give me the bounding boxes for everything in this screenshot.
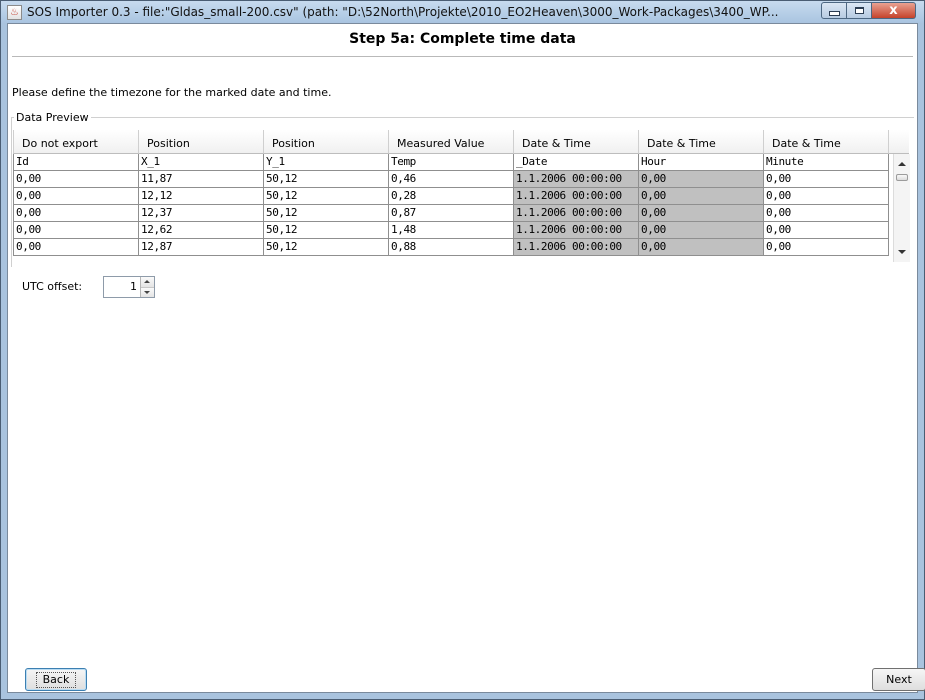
- table-cell[interactable]: Id: [13, 154, 139, 171]
- table-cell[interactable]: 50,12: [264, 188, 389, 205]
- table-body: Id X_1 Y_1 Temp _Date Hour Minute 0,00 11,87 50,1…: [13, 154, 893, 262]
- spinner-down-button[interactable]: [141, 286, 154, 297]
- instruction-text: Please define the timezone for the marke…: [12, 86, 332, 99]
- table-cell[interactable]: 0,00: [13, 239, 139, 256]
- utc-offset-value[interactable]: 1: [104, 277, 140, 297]
- table-cell[interactable]: 0,00: [764, 205, 889, 222]
- table-cell[interactable]: 0,00: [639, 222, 764, 239]
- table-cell[interactable]: 1.1.2006 00:00:00: [514, 205, 639, 222]
- table-cell[interactable]: 0,88: [389, 239, 514, 256]
- scroll-down-icon[interactable]: [898, 250, 906, 254]
- data-preview-table: Do not export Position Position Measured…: [13, 130, 910, 262]
- maximize-icon: [854, 7, 864, 14]
- table-row[interactable]: Id X_1 Y_1 Temp _Date Hour Minute: [13, 154, 893, 171]
- java-app-icon[interactable]: ♨: [7, 5, 22, 20]
- table-cell[interactable]: 1.1.2006 00:00:00: [514, 239, 639, 256]
- arrow-up-icon: [144, 280, 150, 283]
- spinner-up-button[interactable]: [141, 277, 154, 287]
- table-cell[interactable]: 0,00: [13, 188, 139, 205]
- table-cell[interactable]: X_1: [139, 154, 264, 171]
- column-header[interactable]: Measured Value: [389, 130, 514, 154]
- utc-offset-label: UTC offset:: [22, 280, 83, 293]
- table-cell[interactable]: 11,87: [139, 171, 264, 188]
- maximize-button[interactable]: [847, 2, 872, 19]
- table-cell[interactable]: Y_1: [264, 154, 389, 171]
- table-scrollbar[interactable]: [893, 154, 910, 262]
- table-cell[interactable]: 1,48: [389, 222, 514, 239]
- utc-offset-spinner[interactable]: 1: [103, 276, 155, 298]
- table-header: Do not export Position Position Measured…: [13, 130, 909, 154]
- column-header[interactable]: Date & Time: [639, 130, 764, 154]
- table-cell[interactable]: 0,00: [764, 239, 889, 256]
- table-cell[interactable]: 0,00: [13, 222, 139, 239]
- table-row[interactable]: 0,00 11,87 50,12 0,46 1.1.2006 00:00:00 0,00 0…: [13, 171, 893, 188]
- back-button-label: Back: [35, 672, 77, 688]
- spinner-buttons: [140, 277, 154, 297]
- window-title: SOS Importer 0.3 - file:"Gldas_small-200…: [27, 5, 779, 19]
- table-row[interactable]: 0,00 12,37 50,12 0,87 1.1.2006 00:00:00 0,00 0…: [13, 205, 893, 222]
- table-cell[interactable]: 50,12: [264, 171, 389, 188]
- step-title: Step 5a: Complete time data: [349, 31, 576, 47]
- data-preview-label: Data Preview: [14, 111, 91, 124]
- table-cell[interactable]: 0,00: [639, 171, 764, 188]
- table-cell[interactable]: 1.1.2006 00:00:00: [514, 222, 639, 239]
- table-cell[interactable]: 50,12: [264, 205, 389, 222]
- table-cell[interactable]: 12,12: [139, 188, 264, 205]
- table-cell[interactable]: 0,00: [764, 188, 889, 205]
- table-cell[interactable]: Temp: [389, 154, 514, 171]
- close-icon: x: [889, 3, 898, 18]
- title-separator: [12, 56, 913, 57]
- table-cell[interactable]: 12,62: [139, 222, 264, 239]
- minimize-icon: [828, 11, 840, 16]
- table-cell[interactable]: 50,12: [264, 239, 389, 256]
- table-cell[interactable]: Minute: [764, 154, 889, 171]
- close-button[interactable]: x: [872, 2, 916, 19]
- table-cell[interactable]: _Date: [514, 154, 639, 171]
- column-header[interactable]: Date & Time: [514, 130, 639, 154]
- table-cell[interactable]: 0,00: [764, 171, 889, 188]
- table-cell[interactable]: 0,87: [389, 205, 514, 222]
- column-header[interactable]: Position: [264, 130, 389, 154]
- table-cell[interactable]: 0,00: [639, 239, 764, 256]
- table-row[interactable]: 0,00 12,62 50,12 1,48 1.1.2006 00:00:00 0,00 0…: [13, 222, 893, 239]
- table-cell[interactable]: 0,00: [639, 205, 764, 222]
- table-cell[interactable]: 50,12: [264, 222, 389, 239]
- table-cell[interactable]: 0,00: [764, 222, 889, 239]
- table-cell[interactable]: 1.1.2006 00:00:00: [514, 188, 639, 205]
- importer-window: ♨ SOS Importer 0.3 - file:"Gldas_small-2…: [0, 0, 925, 700]
- table-cell[interactable]: 0,00: [13, 205, 139, 222]
- table-row[interactable]: 0,00 12,12 50,12 0,28 1.1.2006 00:00:00 0,00 0…: [13, 188, 893, 205]
- table-cell[interactable]: 0,46: [389, 171, 514, 188]
- column-header[interactable]: Position: [139, 130, 264, 154]
- window-controls: x: [821, 2, 916, 19]
- column-header[interactable]: Do not export: [13, 130, 139, 154]
- table-cell[interactable]: 0,28: [389, 188, 514, 205]
- table-cell[interactable]: 12,87: [139, 239, 264, 256]
- column-header[interactable]: Date & Time: [764, 130, 889, 154]
- table-cell[interactable]: 0,00: [639, 188, 764, 205]
- title-bar[interactable]: ♨ SOS Importer 0.3 - file:"Gldas_small-2…: [1, 1, 924, 23]
- scroll-up-icon[interactable]: [898, 162, 906, 166]
- back-button[interactable]: Back: [25, 668, 87, 691]
- next-button[interactable]: Next: [872, 668, 925, 691]
- minimize-button[interactable]: [821, 2, 847, 19]
- table-cell[interactable]: 1.1.2006 00:00:00: [514, 171, 639, 188]
- scrollbar-thumb[interactable]: [896, 174, 908, 181]
- table-cell[interactable]: Hour: [639, 154, 764, 171]
- table-cell[interactable]: 12,37: [139, 205, 264, 222]
- table-cell[interactable]: 0,00: [13, 171, 139, 188]
- arrow-down-icon: [144, 290, 150, 294]
- header-corner: [889, 130, 909, 154]
- table-row[interactable]: 0,00 12,87 50,12 0,88 1.1.2006 00:00:00 0,00 0…: [13, 239, 893, 256]
- step-panel: Step 5a: Complete time data Please defin…: [7, 23, 925, 693]
